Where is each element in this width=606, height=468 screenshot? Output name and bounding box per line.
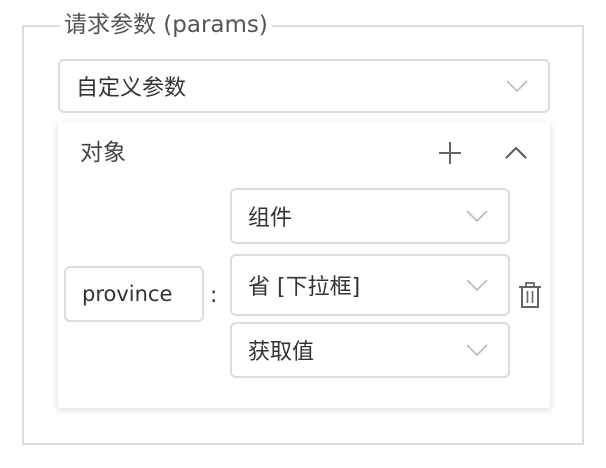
key-value-separator: : <box>210 283 218 308</box>
param-type-value: 自定义参数 <box>76 76 187 101</box>
trash-icon[interactable] <box>517 281 543 309</box>
component-select[interactable]: 省 [下拉框] <box>230 254 510 316</box>
param-key-input[interactable] <box>64 266 204 322</box>
chevron-down-icon <box>466 344 488 356</box>
chevron-up-icon[interactable] <box>502 139 530 167</box>
chevron-down-icon <box>466 210 488 222</box>
object-card-title: 对象 <box>80 140 126 166</box>
request-params-panel: 请求参数 (params) 自定义参数 对象 : 组件 省 [下拉框] 获取值 <box>0 0 606 468</box>
component-value: 省 [下拉框] <box>248 275 361 300</box>
param-type-select[interactable]: 自定义参数 <box>58 59 550 113</box>
plus-icon[interactable] <box>436 139 464 167</box>
value-source-value: 组件 <box>248 206 293 231</box>
value-source-select[interactable]: 组件 <box>230 188 510 244</box>
value-mode-value: 获取值 <box>248 340 315 365</box>
params-legend: 请求参数 (params) <box>60 8 272 42</box>
chevron-down-icon <box>466 279 488 291</box>
chevron-down-icon <box>506 80 528 92</box>
value-mode-select[interactable]: 获取值 <box>230 322 510 378</box>
